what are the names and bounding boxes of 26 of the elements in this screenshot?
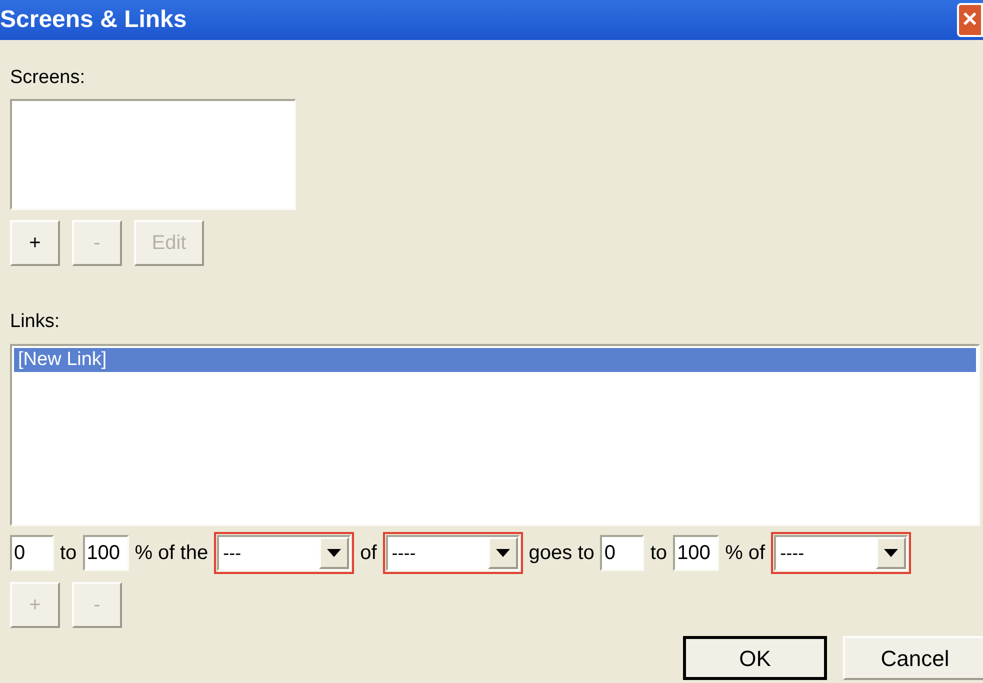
- close-button[interactable]: ✕: [957, 3, 983, 37]
- ok-button[interactable]: OK: [683, 636, 827, 680]
- links-list[interactable]: [New Link]: [10, 344, 980, 526]
- add-button[interactable]: +: [10, 220, 60, 266]
- number-field[interactable]: 0: [600, 535, 644, 571]
- dropdown-value: ----: [779, 542, 804, 564]
- number-field[interactable]: 100: [673, 535, 720, 571]
- rule-text: % of: [725, 541, 766, 566]
- screens-label: Screens:: [10, 66, 86, 90]
- dropdown-value: ----: [390, 542, 416, 564]
- number-field[interactable]: 0: [10, 535, 54, 571]
- rule-text: to: [60, 541, 77, 566]
- rule-text: goes to: [528, 541, 594, 566]
- list-item[interactable]: [New Link]: [14, 348, 976, 372]
- rule-text: to: [650, 541, 668, 566]
- links-label: Links:: [10, 310, 61, 334]
- dropdown[interactable]: ---: [214, 532, 354, 574]
- rule-text: of: [360, 541, 377, 566]
- cancel-button[interactable]: Cancel: [843, 636, 983, 680]
- dropdown[interactable]: ----: [771, 532, 912, 574]
- rule-text: % of the: [134, 541, 208, 566]
- number-field[interactable]: 100: [82, 535, 129, 571]
- dropdown-value: ---: [222, 542, 242, 564]
- dropdown[interactable]: ----: [382, 532, 523, 574]
- window-title: Screens & Links: [0, 5, 187, 35]
- screens-list[interactable]: [10, 98, 296, 210]
